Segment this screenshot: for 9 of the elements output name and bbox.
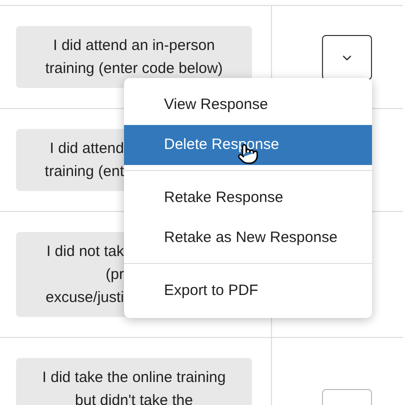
option-text: (pr bbox=[106, 265, 124, 285]
option-text: I did attend an in-person bbox=[53, 36, 215, 56]
option-text: but didn't take the bbox=[75, 391, 193, 405]
option-text: I did not tak bbox=[46, 242, 124, 262]
option-text: training (enter code below) bbox=[45, 59, 223, 79]
option-text: I did take the online training bbox=[42, 368, 226, 388]
option-text: I did attend bbox=[50, 139, 124, 159]
option-text: training (ent bbox=[44, 162, 124, 182]
option-text: excuse/justi bbox=[46, 288, 124, 308]
